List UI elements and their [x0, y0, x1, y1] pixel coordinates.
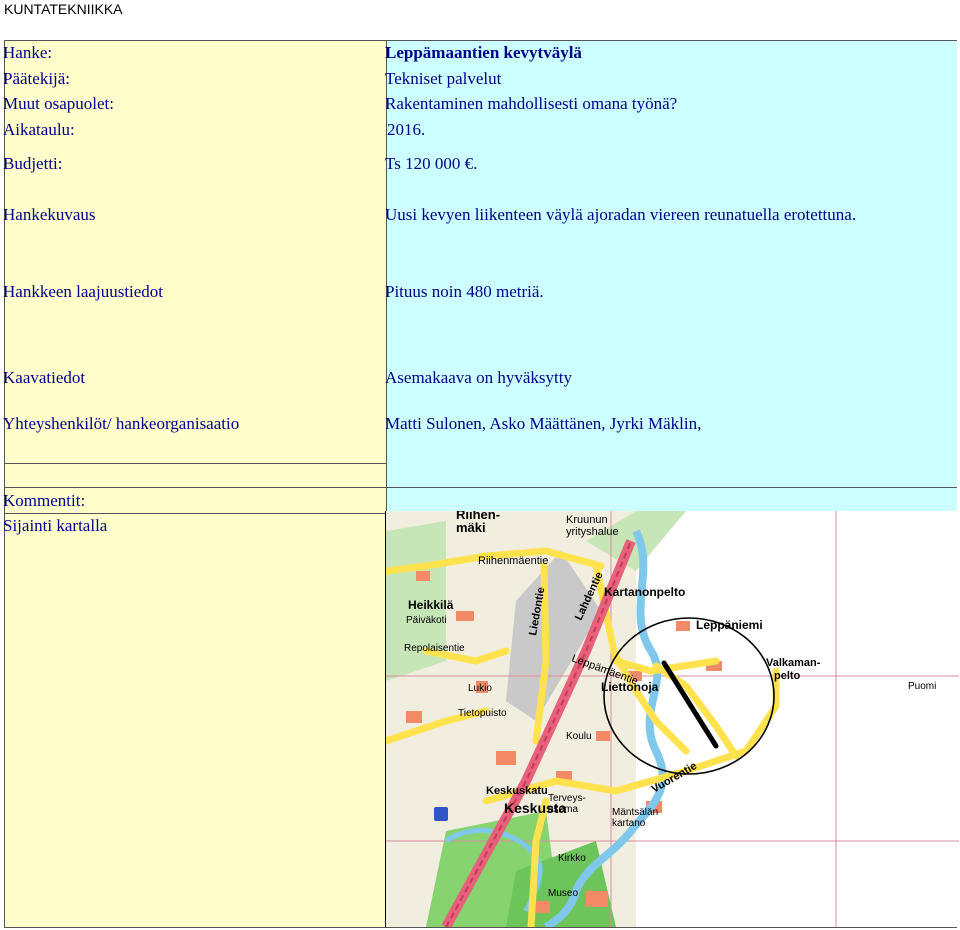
value-budjetti: Ts 120 000 €.: [385, 154, 478, 173]
label-aikataulu: Aikataulu:: [3, 120, 75, 139]
label-kaavatiedot: Kaavatiedot: [3, 368, 86, 387]
row-divider: [5, 487, 957, 488]
map-label-lukio: Lukio: [468, 683, 492, 694]
label-kommentit: Kommentit:: [3, 491, 86, 510]
label-muut-osapuolet: Muut osapuolet:: [3, 94, 114, 113]
map-label-keskuskatu: Keskuskatu: [486, 785, 548, 797]
value-yhteyshenkilot: Matti Sulonen, Asko Määttänen, Jyrki Mäk…: [385, 414, 702, 433]
value-hanke: Leppämaantien kevytväylä: [385, 43, 582, 62]
map-label-museo: Museo: [548, 888, 578, 899]
map-label-leppaniemi: Leppäniemi: [696, 618, 763, 632]
map-label-tietopuisto: Tietopuisto: [458, 708, 507, 719]
map-graphic: Riihen-mäki Kruunun yrityshalue Riihenmäe…: [386, 511, 959, 927]
label-sijainti: Sijainti kartalla: [3, 516, 108, 535]
section-heading: KUNTATEKNIIKKA: [4, 1, 123, 17]
label-budjetti: Budjetti:: [3, 154, 63, 173]
map-label-heikkila: Heikkilä: [408, 598, 454, 612]
value-laajuustiedot: Pituus noin 480 metriä.: [385, 282, 544, 301]
map-label-puomi: Puomi: [908, 681, 936, 692]
location-map[interactable]: Riihen-mäki Kruunun yrityshalue Riihenmäe…: [385, 511, 959, 927]
map-label-koulu: Koulu: [566, 731, 592, 742]
label-yhteyshenkilot: Yhteyshenkilöt/ hankeorganisaatio: [3, 414, 240, 433]
map-label-riihenmaentie: Riihenmäentie: [478, 555, 548, 567]
label-hanke: Hanke:: [3, 43, 53, 62]
map-label-repola: Repolaisentie: [404, 643, 465, 654]
label-paatekija: Päätekijä:: [3, 69, 71, 88]
map-label-kartanonpelto: Kartanonpelto: [604, 585, 685, 599]
value-muut-osapuolet: Rakentaminen mahdollisesti omana työnä?: [385, 94, 678, 113]
label-laajuustiedot: Hankkeen laajuustiedot: [3, 282, 164, 301]
label-hankekuvaus: Hankekuvaus: [3, 205, 96, 224]
map-label-kirkko: Kirkko: [558, 853, 586, 864]
row-divider: [5, 463, 386, 464]
value-aikataulu: 2016.: [387, 120, 426, 139]
value-paatekija: Tekniset palvelut: [385, 69, 502, 88]
map-label-paivakoti: Päiväkoti: [406, 615, 447, 626]
value-hankekuvaus: Uusi kevyen liikenteen väylä ajoradan vi…: [385, 205, 857, 224]
value-kaavatiedot: Asemakaava on hyväksytty: [385, 368, 572, 387]
